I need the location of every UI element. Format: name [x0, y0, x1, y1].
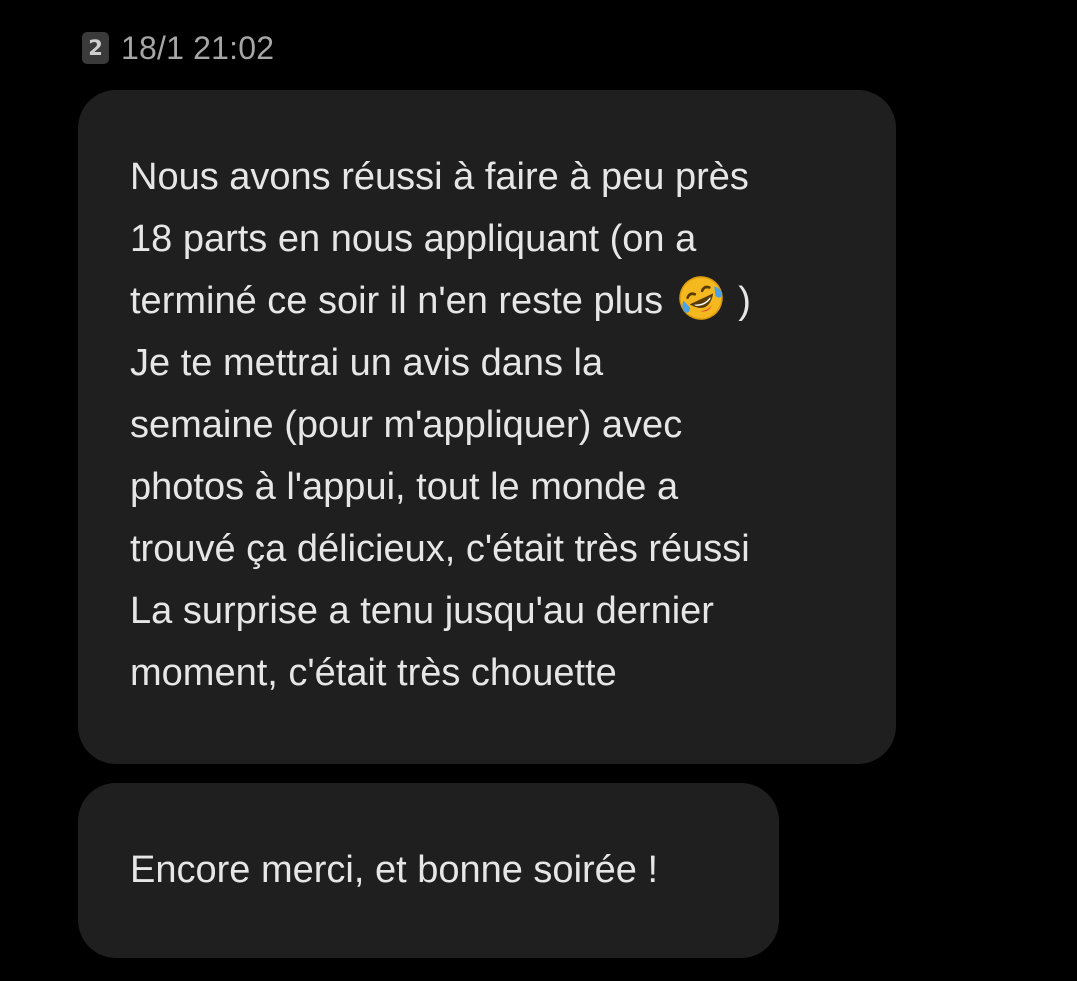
message-line: Nous avons réussi à faire à peu près [130, 156, 749, 198]
message-line: semaine (pour m'appliquer) avec [130, 404, 683, 446]
message-bubble[interactable]: Encore merci, et bonne soirée ! [78, 783, 779, 958]
message-line: Je te mettrai un avis dans la [130, 342, 604, 384]
message-line: photos à l'appui, tout le monde a [130, 466, 679, 508]
message-line: 18 parts en nous appliquant (on a [130, 218, 697, 260]
message-line: trouvé ça délicieux, c'était très réussi [130, 528, 750, 570]
message-bubble[interactable]: Nous avons réussi à faire à peu près 18 … [78, 90, 896, 764]
rolling-on-the-floor-laughing-emoji-icon [678, 276, 723, 320]
sim-badge: 2 [82, 32, 109, 64]
message-line-text: ) [738, 280, 751, 322]
message-line-text: terminé ce soir il n'en reste plus [130, 280, 664, 322]
message-line: La surprise a tenu jusqu'au dernier [130, 590, 714, 632]
message-timestamp: 18/1 21:02 [121, 29, 275, 66]
message-header: 2 18/1 21:02 [82, 28, 274, 68]
message-line: Encore merci, et bonne soirée ! [130, 849, 659, 891]
message-line-with-emoji: terminé ce soir il n'en reste plus ) [130, 270, 846, 332]
message-line: moment, c'était très chouette [130, 652, 617, 694]
